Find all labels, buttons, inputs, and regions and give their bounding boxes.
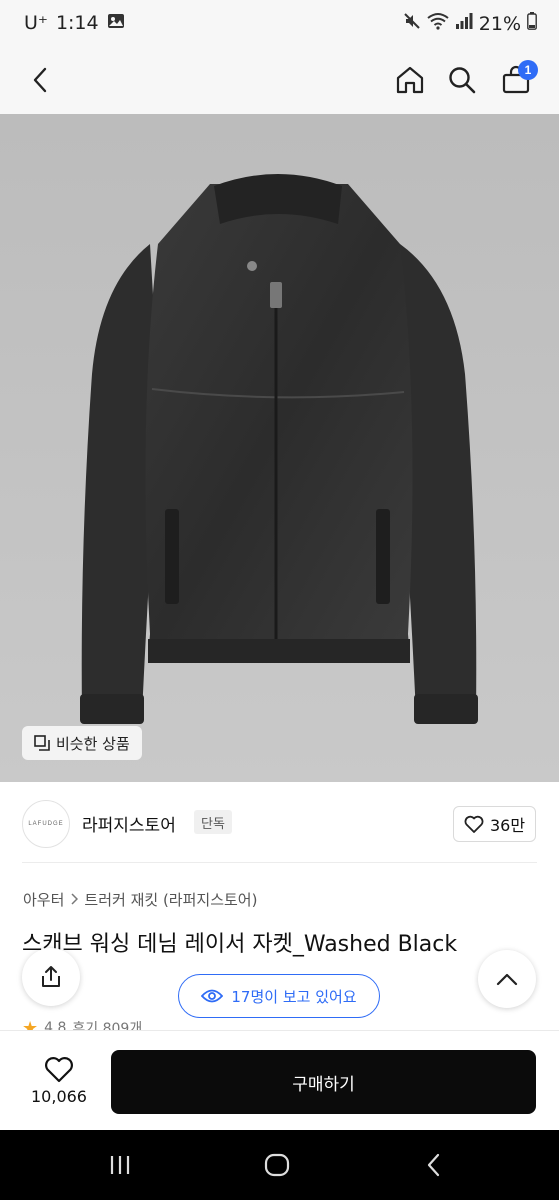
status-right: 21% (403, 12, 537, 35)
store-logo[interactable]: LAFUDGE (22, 800, 70, 848)
chevron-right-icon (70, 891, 79, 909)
similar-products-button[interactable]: 비슷한 상품 (22, 726, 142, 760)
battery-icon (527, 12, 537, 35)
buy-button[interactable]: 구매하기 (111, 1050, 536, 1114)
product-title: 스캐브 워싱 데님 레이서 자켓_Washed Black (22, 932, 458, 957)
cart-count-badge: 1 (518, 60, 538, 80)
clock: 1:14 (55, 12, 99, 34)
scroll-top-button[interactable] (478, 950, 536, 1008)
battery-percent: 21% (478, 12, 521, 35)
wifi-icon (427, 12, 449, 35)
jacket-photo (0, 114, 559, 782)
back-button[interactable] (17, 56, 65, 104)
breadcrumb-item[interactable]: 아우터 (23, 889, 64, 910)
home-circle-icon (264, 1153, 290, 1177)
heart-icon (464, 815, 484, 833)
breadcrumb: 아우터 트러커 재킷 (라퍼지스토어) (23, 889, 257, 910)
product-image[interactable]: 비슷한 상품 (0, 114, 559, 782)
gallery-notification-icon (107, 12, 125, 34)
store-name[interactable]: 라퍼지스토어 (82, 811, 176, 836)
system-navigation-bar (0, 1130, 559, 1200)
system-back-button[interactable] (414, 1150, 454, 1180)
store-row: LAFUDGE 라퍼지스토어 단독 36만 (0, 782, 559, 864)
similar-label: 비슷한 상품 (56, 734, 130, 753)
status-bar: U⁺ 1:14 21% (0, 0, 559, 48)
back-icon (33, 67, 47, 93)
back-arrow-icon (427, 1153, 440, 1177)
recent-apps-icon (110, 1156, 130, 1174)
store-like-button[interactable]: 36만 (453, 806, 536, 842)
bottom-action-bar: 10,066 구매하기 (0, 1030, 559, 1130)
divider (22, 862, 537, 863)
viewers-pill: 17명이 보고 있어요 (178, 974, 380, 1018)
viewers-label: 17명이 보고 있어요 (231, 987, 357, 1006)
app-header: 1 (0, 48, 559, 114)
breadcrumb-item[interactable]: 트러커 재킷 (라퍼지스토어) (84, 889, 257, 910)
share-button[interactable] (22, 948, 80, 1006)
exclusive-tag: 단독 (194, 810, 232, 834)
eye-icon (201, 989, 224, 1003)
home-icon (396, 66, 424, 94)
store-like-count: 36만 (489, 816, 526, 835)
search-button[interactable] (438, 56, 486, 104)
similar-icon (34, 735, 50, 751)
share-icon (42, 966, 60, 987)
home-button[interactable] (386, 56, 434, 104)
chevron-up-icon (496, 973, 518, 986)
status-left: U⁺ 1:14 (24, 12, 125, 34)
cart-button[interactable]: 1 (492, 56, 540, 104)
home-system-button[interactable] (257, 1150, 297, 1180)
search-icon (449, 67, 476, 94)
wishlist-count: 10,066 (31, 1087, 87, 1106)
recent-apps-button[interactable] (100, 1150, 140, 1180)
signal-icon (455, 12, 473, 35)
heart-icon (45, 1057, 73, 1083)
mute-icon (403, 12, 421, 35)
wishlist-button[interactable]: 10,066 (22, 1049, 96, 1113)
carrier-label: U⁺ (24, 12, 48, 34)
